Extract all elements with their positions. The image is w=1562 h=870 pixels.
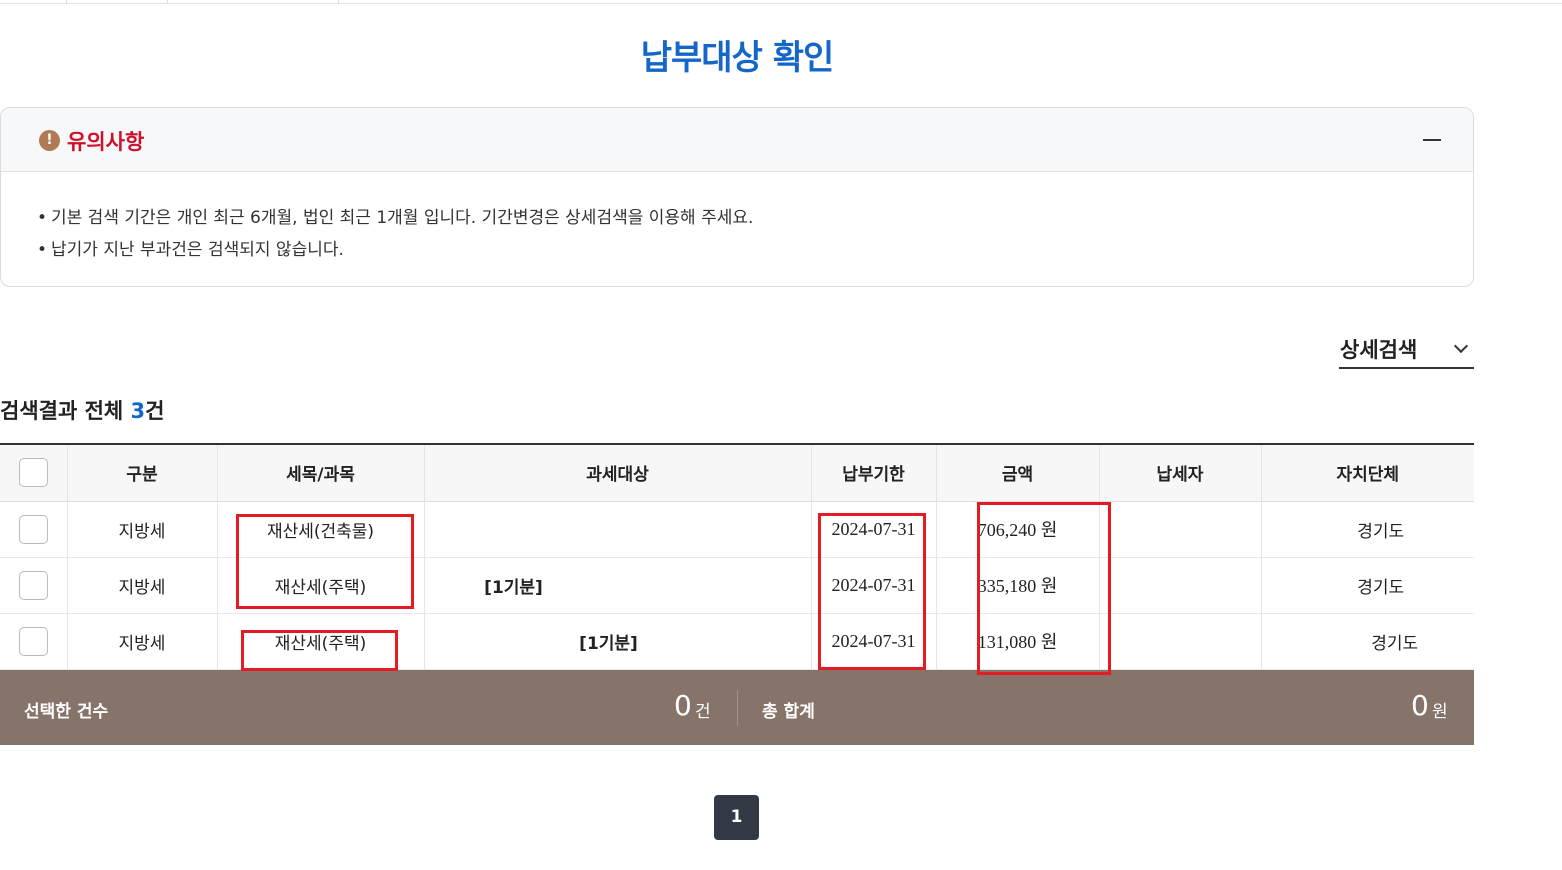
category-cell: 지방세	[66, 557, 217, 614]
row-checkbox[interactable]	[18, 570, 48, 600]
amount-cell: 706,240 원	[935, 501, 1099, 558]
tax-object-cell: [1기분]	[423, 557, 811, 614]
table-row[interactable]: 지방세 재산세(주택) [1기분] 2024-07-31 131,080 원 경…	[0, 613, 1474, 670]
category-cell: 지방세	[66, 501, 217, 558]
region-cell: 경기도	[1260, 613, 1474, 670]
top-tab-divider	[66, 0, 67, 4]
selected-count-label: 선택한 건수	[24, 702, 109, 722]
total-amount-label: 총 합계	[762, 702, 815, 722]
notice-item: • 납기가 지난 부과건은 검색되지 않습니다.	[37, 234, 1473, 266]
row-checkbox[interactable]	[18, 514, 48, 544]
total-amount-unit: 원	[1432, 702, 1448, 722]
select-all-checkbox[interactable]	[18, 458, 48, 488]
top-border	[0, 0, 1562, 4]
amount-cell: 335,180 원	[935, 557, 1099, 614]
table-row[interactable]: 지방세 재산세(주택) [1기분] 2024-07-31 335,180 원 경…	[0, 557, 1474, 614]
column-header: 과세대상	[423, 444, 811, 502]
tax-object-cell	[423, 501, 811, 558]
selected-count-unit: 건	[695, 702, 711, 722]
notice-item: • 기본 검색 기간은 개인 최근 6개월, 법인 최근 1개월 입니다. 기간변…	[37, 202, 1473, 234]
due-date-cell: 2024-07-31	[810, 501, 936, 558]
row-checkbox[interactable]	[18, 626, 48, 656]
taxpayer-cell	[1098, 613, 1261, 670]
selected-count-value: 0	[674, 689, 692, 722]
category-cell: 지방세	[66, 613, 217, 670]
tax-item-cell: 재산세(주택)	[216, 557, 424, 614]
select-all-cell	[0, 444, 67, 502]
table-header-row: 구분 세목/과목 과세대상 납부기한 금액 납세자 자치단체	[0, 444, 1474, 502]
due-date-cell: 2024-07-31	[810, 613, 936, 670]
notice-body: • 기본 검색 기간은 개인 최근 6개월, 법인 최근 1개월 입니다. 기간변…	[1, 172, 1473, 266]
taxpayer-cell	[1098, 501, 1261, 558]
top-tab-divider	[167, 0, 168, 4]
result-count: 검색결과 전체 3건	[0, 399, 165, 423]
summary-divider	[737, 690, 738, 726]
column-header: 금액	[935, 444, 1099, 502]
page-button-current[interactable]: 1	[714, 795, 759, 840]
top-tab-divider	[338, 0, 339, 4]
column-header: 납세자	[1098, 444, 1261, 502]
column-header: 납부기한	[810, 444, 936, 502]
region-cell: 경기도	[1260, 557, 1474, 614]
tax-item-cell: 재산세(건축물)	[216, 501, 424, 558]
tax-item-cell: 재산세(주택)	[216, 613, 424, 670]
table-row[interactable]: 지방세 재산세(건축물) 2024-07-31 706,240 원 경기도	[0, 501, 1474, 558]
region-cell: 경기도	[1260, 501, 1474, 558]
notice-title: 유의사항	[67, 130, 145, 154]
detail-search-label: 상세검색	[1340, 338, 1418, 362]
due-date-cell: 2024-07-31	[810, 557, 936, 614]
bullet-icon: •	[37, 240, 48, 260]
column-header: 자치단체	[1260, 444, 1474, 502]
tax-object-cell: [1기분]	[423, 613, 811, 670]
notice-header[interactable]: ! 유의사항	[1, 108, 1473, 172]
result-count-number: 3	[130, 399, 146, 423]
amount-cell: 131,080 원	[935, 613, 1099, 670]
page-title: 납부대상 확인	[640, 38, 835, 78]
exclamation-icon: !	[39, 130, 60, 151]
detail-search-toggle[interactable]: 상세검색	[1339, 332, 1474, 369]
column-header: 세목/과목	[216, 444, 424, 502]
collapse-button[interactable]	[1423, 130, 1443, 150]
selection-summary-bar: 선택한 건수 0 건 총 합계 0 원	[0, 670, 1474, 745]
chevron-down-icon	[1453, 338, 1469, 354]
bullet-icon: •	[37, 208, 48, 228]
tax-results-table: 구분 세목/과목 과세대상 납부기한 금액 납세자 자치단체 지방세 재산세(건…	[0, 443, 1474, 670]
column-header: 구분	[66, 444, 217, 502]
notice-panel: ! 유의사항 • 기본 검색 기간은 개인 최근 6개월, 법인 최근 1개월 입…	[0, 107, 1474, 287]
taxpayer-cell	[1098, 557, 1261, 614]
total-amount-value: 0	[1411, 689, 1429, 722]
